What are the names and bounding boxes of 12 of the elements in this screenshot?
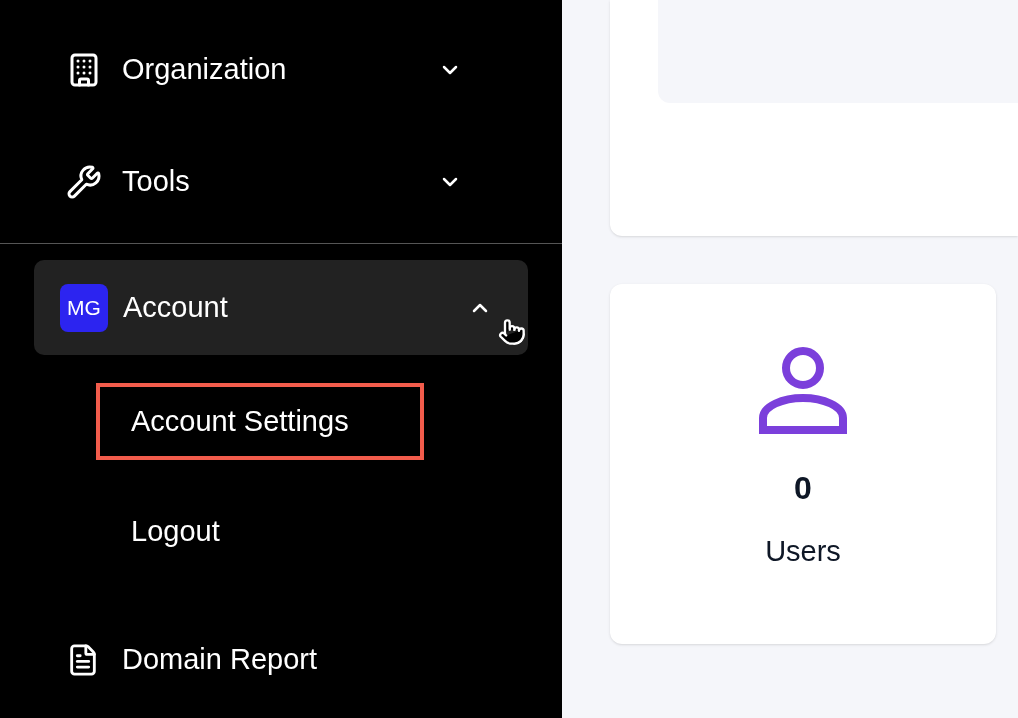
- menu-item[interactable]: Organization: [66, 42, 462, 98]
- stat-value: 0: [794, 469, 812, 508]
- avatar: MG: [60, 283, 108, 332]
- submenu-item[interactable]: Account Settings: [96, 383, 424, 460]
- account-menu-item[interactable]: MG Account: [34, 260, 528, 355]
- wrench-icon: [66, 164, 102, 200]
- user-icon: [759, 346, 847, 434]
- pointer-hand-icon: [498, 318, 526, 346]
- stat-label: Users: [765, 534, 841, 569]
- menu-item[interactable]: Tools: [66, 154, 462, 210]
- menu-item[interactable]: Domain Report: [66, 632, 462, 688]
- submenu-item[interactable]: Logout: [96, 504, 424, 560]
